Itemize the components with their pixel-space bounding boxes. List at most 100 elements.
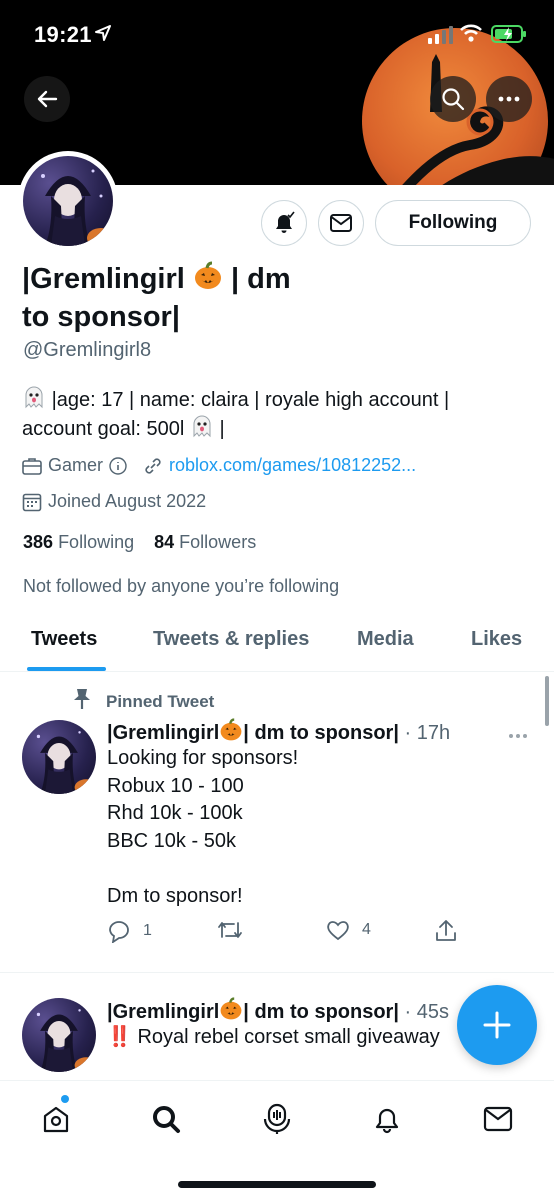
followers-label: Followers <box>179 532 257 552</box>
tweet-line: Robux 10 - 100 <box>107 774 244 797</box>
tweet-header: |Gremlingirl | dm to sponsor| · 17h <box>107 718 450 745</box>
like-count: 4 <box>362 921 371 938</box>
like-button[interactable]: 4 <box>326 919 371 941</box>
more-options-button[interactable] <box>486 76 532 122</box>
bio-line-2-end: | <box>219 418 225 440</box>
bio-line-1: |age: 17 | name: claira | royale high ac… <box>51 389 450 411</box>
tweet-actions: 1 4 <box>107 919 467 949</box>
mail-icon <box>330 214 352 232</box>
compose-tweet-button[interactable] <box>457 985 537 1065</box>
retweet-button[interactable] <box>217 919 243 941</box>
reply-icon <box>109 921 129 943</box>
scrollbar[interactable] <box>545 676 549 726</box>
nav-spaces[interactable] <box>257 1099 297 1139</box>
following-button[interactable]: Following <box>375 200 531 246</box>
tweet-text: ‼️ Royal rebel corset small giveaway <box>107 1026 440 1048</box>
nav-explore[interactable] <box>146 1099 186 1139</box>
pumpkin-emoji-icon <box>220 718 242 741</box>
bell-icon <box>276 211 295 233</box>
avatar-art <box>41 169 113 246</box>
display-name-part: |Gremlingirl <box>22 263 185 295</box>
explore-icon <box>153 1106 180 1133</box>
more-icon <box>498 96 520 102</box>
like-icon <box>327 921 349 941</box>
followers-count: 84 <box>154 532 175 552</box>
compose-icon <box>483 1011 511 1039</box>
pinned-text: Pinned Tweet <box>106 691 215 711</box>
tab-media[interactable]: Media <box>357 628 414 651</box>
display-name-part: | dm <box>230 263 291 295</box>
ghost-emoji-icon <box>25 386 43 409</box>
avatar-art <box>36 1009 96 1072</box>
profile-website-link[interactable]: roblox.com/games/10812252... <box>169 455 416 476</box>
signal-icon <box>428 26 453 44</box>
following-count: 386 <box>23 532 54 552</box>
reply-button[interactable]: 1 <box>107 919 152 943</box>
tweet-line: Looking for sponsors! <box>107 747 299 769</box>
display-name-part: to sponsor| <box>22 301 180 333</box>
notifications-toggle-button[interactable] <box>261 200 307 246</box>
more-icon <box>509 734 527 738</box>
followers-count-link[interactable]: 84 Followers <box>154 532 256 552</box>
tweet-timestamp[interactable]: · 17h <box>405 722 451 744</box>
home-unread-indicator <box>61 1095 69 1103</box>
home-indicator-bar[interactable] <box>178 1181 376 1188</box>
retweet-icon <box>218 922 242 938</box>
pinned-label: Pinned Tweet <box>72 688 214 715</box>
avatar-art <box>36 731 96 794</box>
profile-category: Gamer <box>48 455 104 475</box>
tweet-line <box>107 855 298 883</box>
profile-bio: |age: 17 | name: claira | royale high ac… <box>22 385 522 443</box>
active-tab-indicator <box>27 667 106 671</box>
home-icon <box>43 1106 69 1133</box>
tweet-author-part: | dm to sponsor| <box>243 722 399 744</box>
share-icon <box>436 920 456 941</box>
profile-avatar[interactable] <box>18 151 118 251</box>
nav-messages[interactable] <box>478 1099 518 1139</box>
profile-joined-row: Joined August 2022 <box>22 491 206 512</box>
tweet-header: |Gremlingirl | dm to sponsor| · 45s <box>107 997 449 1024</box>
back-arrow-icon <box>37 90 58 108</box>
not-followed-notice: Not followed by anyone you’re following <box>23 576 340 596</box>
tweet-line: Dm to sponsor! <box>107 884 243 907</box>
calendar-icon <box>22 492 42 512</box>
message-button[interactable] <box>318 200 364 246</box>
following-count-link[interactable]: 386 Following <box>23 532 134 552</box>
nav-notifications[interactable] <box>367 1099 407 1139</box>
tweet-author-part: |Gremlingirl <box>107 722 220 744</box>
tweet-author-part: |Gremlingirl <box>107 1001 220 1023</box>
follow-counts: 386 Following 84 Followers <box>23 532 256 553</box>
profile-meta-row: Gamer roblox.com/games/10812252... <box>22 455 416 476</box>
spaces-icon <box>263 1103 291 1134</box>
tweet-timestamp[interactable]: · 45s <box>405 1001 449 1023</box>
tweet-line: BBC 10k - 50k <box>107 829 236 852</box>
messages-icon <box>483 1106 513 1132</box>
briefcase-icon <box>22 457 42 475</box>
tweet-author-name[interactable]: |Gremlingirl | dm to sponsor| <box>107 997 399 1023</box>
ghost-emoji-icon <box>193 415 211 438</box>
profile-handle: @Gremlingirl8 <box>23 339 152 361</box>
tweet-avatar[interactable] <box>22 720 96 794</box>
search-icon <box>442 88 465 111</box>
tab-tweets-replies[interactable]: Tweets & replies <box>153 628 309 651</box>
status-time: 19:21 <box>34 22 92 47</box>
back-button[interactable] <box>24 76 70 122</box>
battery-icon <box>491 25 526 43</box>
tweet-text: Looking for sponsors! Robux 10 - 100 Rhd… <box>107 745 298 910</box>
notifications-icon <box>375 1108 399 1134</box>
pumpkin-emoji-icon <box>194 261 221 289</box>
search-button[interactable] <box>430 76 476 122</box>
tweet-more-button[interactable] <box>508 726 528 744</box>
following-label: Following <box>58 532 135 552</box>
tweet-avatar[interactable] <box>22 998 96 1072</box>
info-icon[interactable] <box>109 456 127 475</box>
tweet-author-name[interactable]: |Gremlingirl | dm to sponsor| <box>107 718 399 744</box>
nav-home[interactable] <box>36 1099 76 1139</box>
tweet-author-part: | dm to sponsor| <box>243 1001 399 1023</box>
pin-icon <box>72 688 92 715</box>
tab-likes[interactable]: Likes <box>471 628 522 651</box>
tab-tweets[interactable]: Tweets <box>31 628 97 651</box>
profile-display-name: |Gremlingirl | dm to sponsor| <box>22 260 352 336</box>
share-button[interactable] <box>435 919 457 943</box>
location-arrow-icon <box>95 25 111 41</box>
